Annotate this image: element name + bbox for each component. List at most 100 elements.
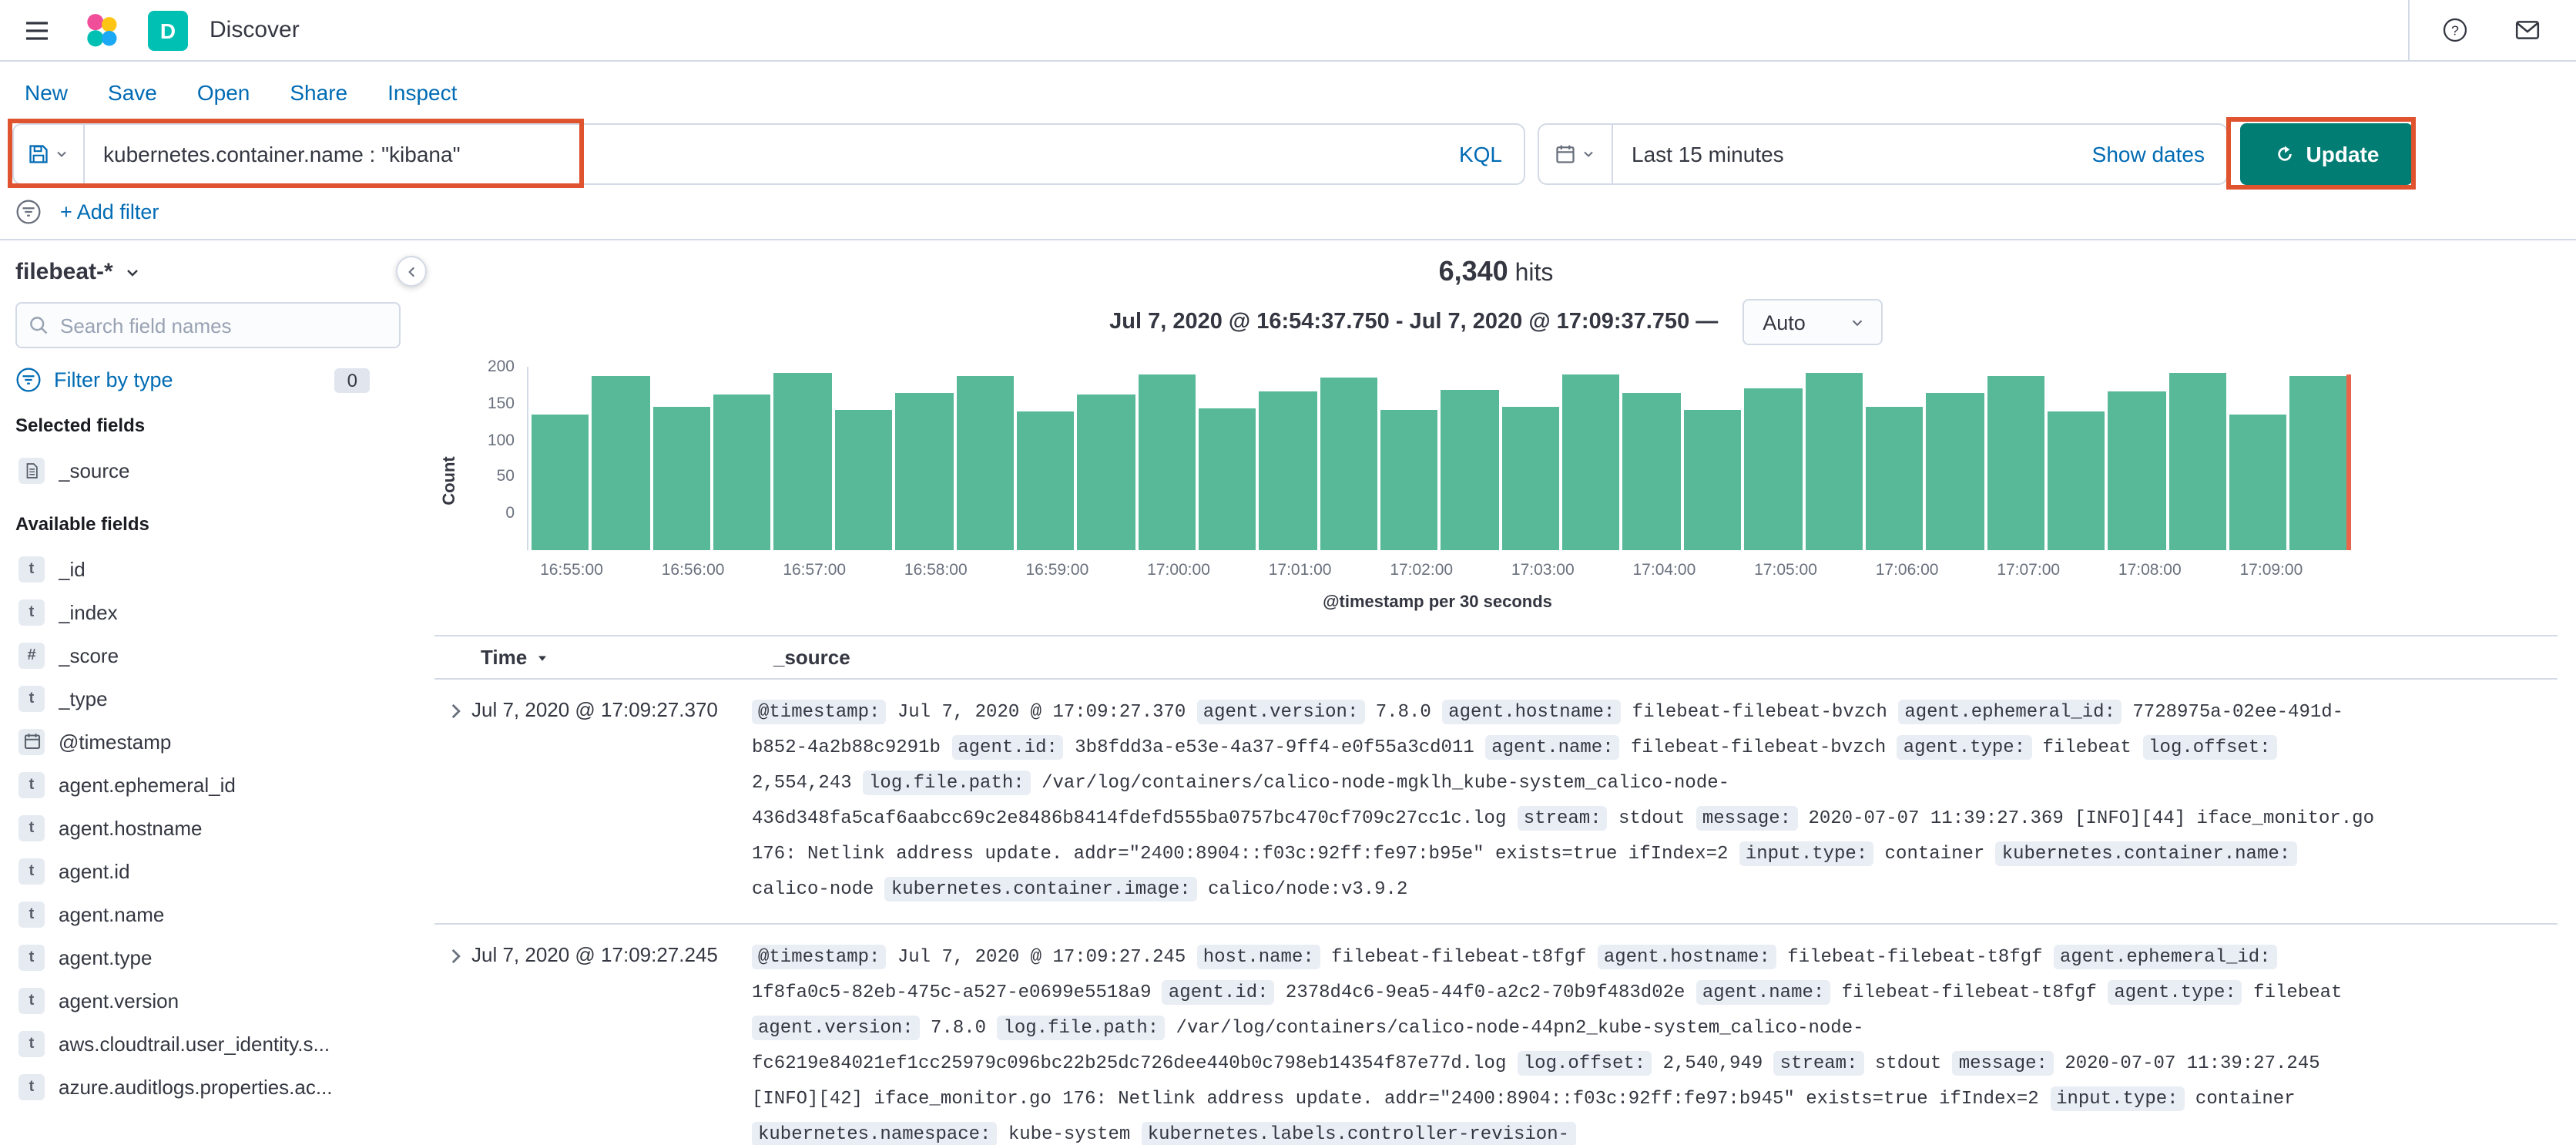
top-nav: New Save Open Share Inspect [0,62,2576,123]
field-key-badge: kubernetes.container.image: [884,877,1197,902]
histogram-bar-4[interactable] [773,373,832,550]
histogram-bar-19[interactable] [1683,410,1742,550]
save-query-button[interactable] [14,125,85,183]
field-item-agent.version[interactable]: t agent.version [15,979,401,1022]
menu-button[interactable] [18,12,55,49]
histogram-bar-15[interactable] [1441,390,1499,550]
update-button[interactable]: Update [2240,123,2413,185]
field-item-_source[interactable]: _source [15,448,401,492]
histogram-bar-13[interactable] [1320,378,1378,550]
histogram-bar-0[interactable] [532,415,589,550]
add-filter-link[interactable]: + Add filter [60,200,159,223]
histogram-bar-16[interactable] [1501,407,1560,550]
field-item-agent.type[interactable]: t agent.type [15,935,401,979]
histogram-bar-3[interactable] [713,395,771,550]
time-range-label[interactable]: Last 15 minutes [1613,142,2092,166]
calendar-menu-button[interactable] [1539,125,1613,183]
filter-by-type-link[interactable]: Filter by type [54,368,173,391]
field-name: _source [59,458,130,482]
chevron-down-icon [57,151,66,157]
field-item-agent.ephemeral_id[interactable]: t agent.ephemeral_id [15,763,401,806]
column-header-time[interactable]: Time [481,646,773,669]
interval-select[interactable]: Auto [1742,299,1883,345]
nav-save-link[interactable]: Save [108,80,157,105]
field-item-_type[interactable]: t _type [15,677,401,720]
query-input[interactable]: kubernetes.container.name : "kibana" [85,142,1437,166]
histogram-bar-11[interactable] [1198,408,1256,550]
histogram-bar-6[interactable] [895,393,954,550]
histogram-bar-21[interactable] [1805,373,1863,550]
field-item-_score[interactable]: # _score [15,633,401,677]
histogram-bar-17[interactable] [1562,374,1620,550]
nav-inspect-link[interactable]: Inspect [387,80,457,105]
histogram-bar-22[interactable] [1865,407,1924,550]
field-name: _index [59,600,118,623]
field-name: aws.cloudtrail.user_identity.s... [59,1032,330,1055]
help-button[interactable]: ? [2437,12,2473,48]
histogram-bar-8[interactable] [1016,411,1075,550]
field-key-badge: kubernetes.labels.controller-revision- [1141,1122,1576,1145]
histogram-bar-28[interactable] [2229,415,2287,550]
field-item-aws.cloudtrail.user_identity.s...[interactable]: t aws.cloudtrail.user_identity.s... [15,1022,401,1065]
histogram-bar-1[interactable] [592,376,650,550]
histogram-bar-25[interactable] [2047,411,2105,550]
histogram-bar-20[interactable] [1744,388,1803,550]
field-item-agent.hostname[interactable]: t agent.hostname [15,806,401,849]
app-header: D Discover ? [0,0,2576,62]
index-pattern-selector[interactable]: filebeat-* [15,259,401,302]
histogram-bar-29[interactable] [2289,376,2348,550]
field-key-badge: input.type: [2050,1086,2185,1111]
field-item-azure.auditlogs.properties.ac...[interactable]: t azure.auditlogs.properties.ac... [15,1065,401,1108]
nav-new-link[interactable]: New [25,80,68,105]
search-icon [30,317,48,334]
query-language-button[interactable]: KQL [1437,142,1524,166]
chevron-down-icon [127,269,139,276]
search-bar-row: kubernetes.container.name : "kibana" KQL… [0,123,2576,185]
text-field-icon: t [18,858,45,884]
save-icon [29,145,48,163]
table-row[interactable]: Jul 7, 2020 @ 17:09:27.370 @timestamp: Ju… [434,680,2558,925]
field-key-badge: agent.type: [1897,735,2032,760]
histogram-bar-18[interactable] [1622,393,1681,550]
query-bar: kubernetes.container.name : "kibana" KQL [12,123,1525,185]
doc-source: @timestamp: Jul 7, 2020 @ 17:09:27.245 h… [752,945,2343,1145]
number-field-icon: # [18,642,45,668]
nav-open-link[interactable]: Open [197,80,250,105]
time-picker: Last 15 minutes Show dates [1538,123,2228,185]
field-name: agent.type [59,945,153,969]
histogram-bar-23[interactable] [1926,393,1984,550]
histogram-bar-12[interactable] [1259,391,1317,550]
histogram-bar-5[interactable] [834,410,893,550]
show-dates-link[interactable]: Show dates [2092,142,2226,166]
chevron-down-icon [1584,151,1593,157]
field-item-@timestamp[interactable]: @timestamp [15,720,401,763]
expand-row-button[interactable] [434,938,471,1145]
histogram-bar-27[interactable] [2168,373,2227,550]
nav-share-link[interactable]: Share [290,80,347,105]
expand-row-button[interactable] [434,693,471,908]
histogram-bar-14[interactable] [1380,410,1438,550]
collapse-sidebar-button[interactable] [396,256,427,287]
hamburger-icon [26,21,48,39]
histogram-bar-2[interactable] [652,407,711,550]
field-item-_id[interactable]: t _id [15,547,401,590]
x-axis-ticks: 16:55:00 16:56:00 16:57:00 16:58:00 16:59:00… [527,561,2348,583]
x-tick-17:06:00: 17:06:00 [1875,561,1939,579]
field-search-input[interactable] [15,302,401,348]
field-key-badge: log.file.path: [997,1016,1166,1040]
histogram-chart[interactable]: Count 0 50 100 150 200 16:55:00 16:56:00 16:57… [434,351,2558,620]
elastic-logo[interactable] [77,5,126,55]
histogram-bar-24[interactable] [1987,376,2044,550]
y-tick-100: 100 [487,431,515,449]
field-item-agent.name[interactable]: t agent.name [15,892,401,935]
source-doc-icon [26,462,38,478]
histogram-bar-7[interactable] [956,376,1014,550]
chevron-down-icon [1852,319,1863,326]
table-row[interactable]: Jul 7, 2020 @ 17:09:27.245 @timestamp: Ju… [434,925,2558,1145]
histogram-bar-9[interactable] [1077,395,1135,550]
histogram-bar-26[interactable] [2108,391,2166,550]
field-item-agent.id[interactable]: t agent.id [15,849,401,892]
histogram-bar-10[interactable] [1138,374,1196,550]
field-item-_index[interactable]: t _index [15,590,401,633]
feedback-button[interactable] [2510,12,2545,48]
